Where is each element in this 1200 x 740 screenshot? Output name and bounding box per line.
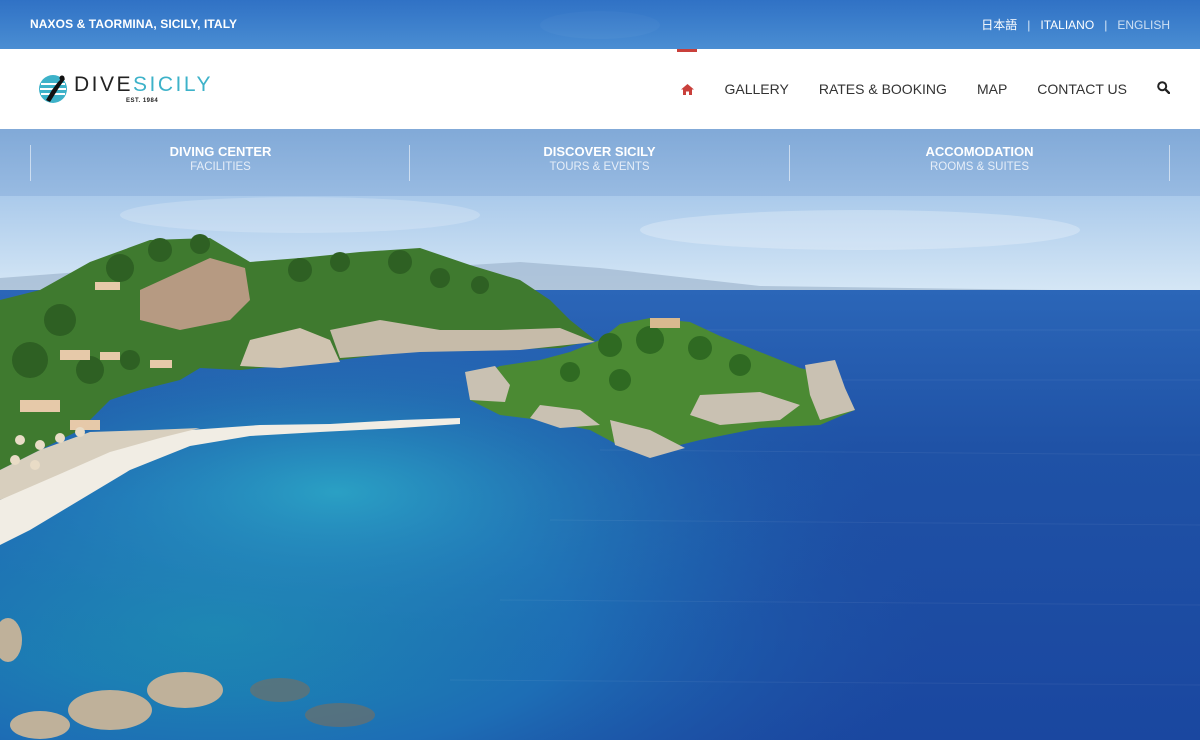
category-bar: DIVING CENTER FACILITIES DISCOVER SICILY… — [0, 129, 1200, 196]
logo-established: EST. 1984 — [126, 98, 159, 104]
lang-separator: | — [1104, 17, 1108, 32]
lang-english[interactable]: ENGLISH — [1117, 18, 1170, 32]
lang-italian[interactable]: ITALIANO — [1040, 18, 1094, 32]
category-accomodation[interactable]: ACCOMODATION ROOMS & SUITES — [789, 144, 1170, 181]
lang-japanese[interactable]: 日本語 — [981, 16, 1017, 33]
main-nav: GALLERY RATES & BOOKING MAP CONTACT US — [677, 49, 1200, 129]
nav-map[interactable]: MAP — [977, 81, 1007, 97]
category-diving-center[interactable]: DIVING CENTER FACILITIES — [30, 144, 410, 181]
nav-home[interactable] — [677, 49, 698, 129]
logo-text: DIVESICILY EST. 1984 — [74, 73, 213, 105]
active-indicator — [677, 49, 698, 52]
diver-logo-icon — [39, 75, 67, 103]
nav-rates-booking[interactable]: RATES & BOOKING — [819, 81, 947, 97]
home-icon — [680, 83, 694, 95]
location-text: NAXOS & TAORMINA, SICILY, ITALY — [30, 17, 238, 31]
category-title: ACCOMODATION — [925, 144, 1034, 159]
category-discover-sicily[interactable]: DISCOVER SICILY TOURS & EVENTS — [409, 144, 789, 181]
nav-contact-us[interactable]: CONTACT US — [1037, 81, 1127, 97]
nav-gallery[interactable]: GALLERY — [724, 81, 788, 97]
search-button[interactable] — [1157, 81, 1171, 97]
site-logo[interactable]: DIVESICILY EST. 1984 — [38, 74, 213, 104]
category-title: DISCOVER SICILY — [543, 144, 656, 159]
logo-word-dive: DIVE — [74, 73, 134, 96]
site-header: DIVESICILY EST. 1984 GALLERY RATES & BOO… — [0, 49, 1200, 129]
search-icon — [1157, 81, 1171, 95]
top-bar: NAXOS & TAORMINA, SICILY, ITALY 日本語 | IT… — [0, 0, 1200, 49]
category-subtitle: FACILITIES — [190, 161, 251, 173]
category-subtitle: ROOMS & SUITES — [929, 161, 1030, 173]
category-title: DIVING CENTER — [169, 144, 272, 159]
language-switcher: 日本語 | ITALIANO | ENGLISH — [981, 16, 1170, 33]
category-subtitle: TOURS & EVENTS — [549, 161, 650, 173]
lang-separator: | — [1027, 17, 1031, 32]
logo-word-sicily: SICILY — [133, 73, 213, 96]
